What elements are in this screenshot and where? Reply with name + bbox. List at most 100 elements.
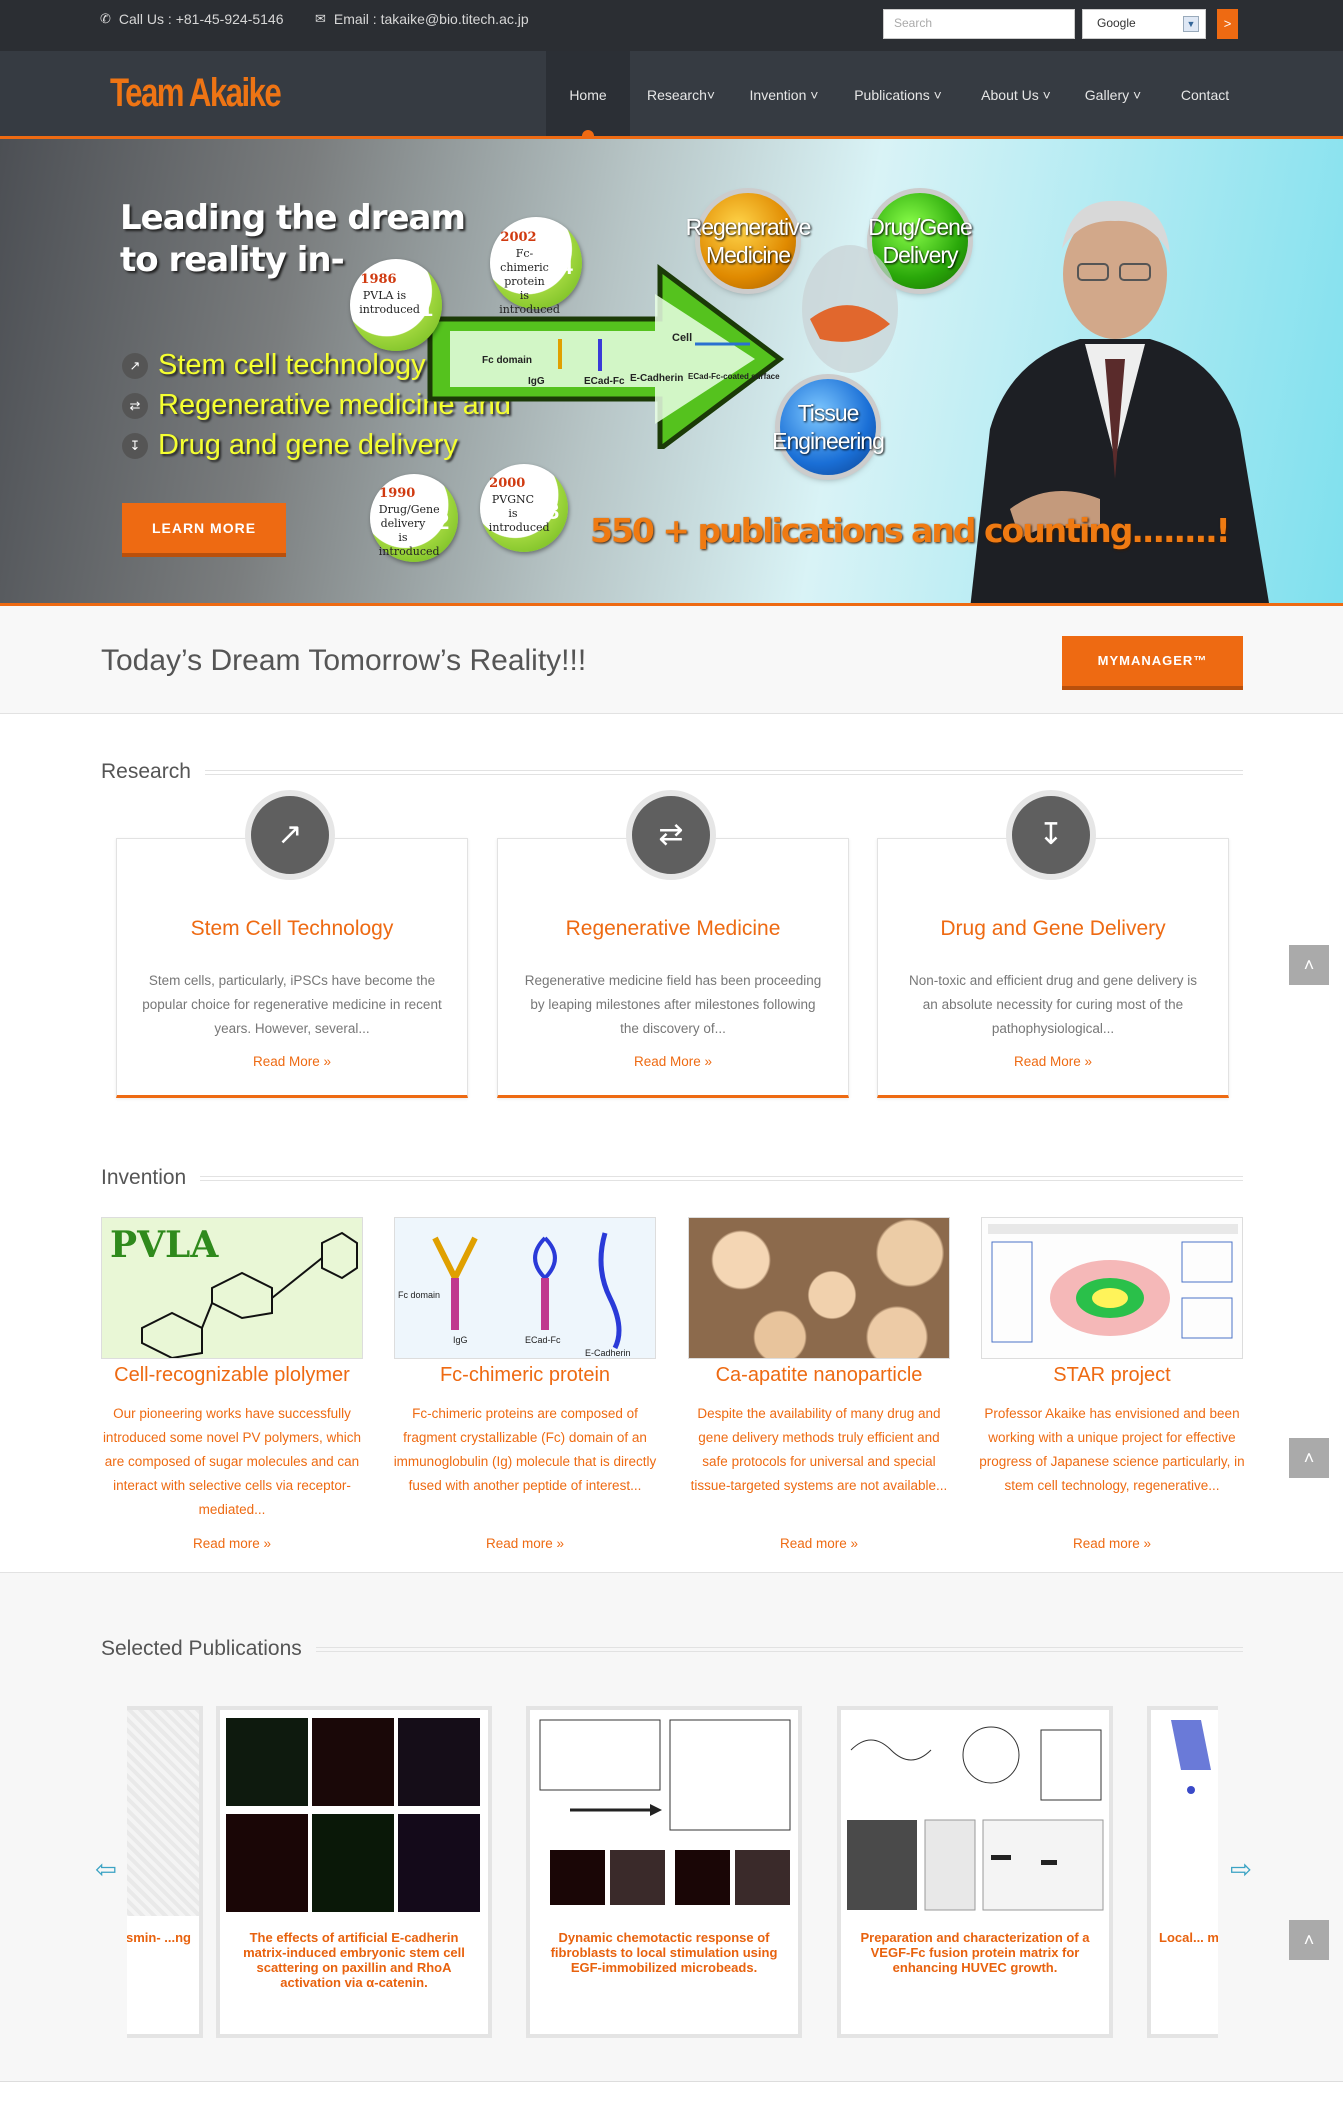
tagline-text: Today’s Dream Tomorrow’s Reality!!! xyxy=(101,644,587,677)
research-card-title[interactable]: Stem Cell Technology xyxy=(117,917,467,941)
publication-caption[interactable]: Preparation and characterization of a VE… xyxy=(849,1930,1101,1975)
invention-image-pvla[interactable]: PVLA xyxy=(101,1217,363,1359)
diagram-label-e-cadherin: E-Cadherin xyxy=(630,373,683,384)
main-navbar: Team Akaike Home Research˅ Invention ˅ P… xyxy=(0,51,1343,139)
milestone-bubble: 1990 Drug/Gene delivery is introduced 2 xyxy=(370,474,458,562)
diagram-label-ecad-fc: ECad-Fc xyxy=(584,376,625,387)
milestone-text: Drug/Gene delivery is introduced xyxy=(378,503,440,559)
tagline-section: Today’s Dream Tomorrow’s Reality!!! MYMA… xyxy=(0,606,1343,714)
publications-heading-text: Selected Publications xyxy=(101,1637,302,1660)
nav-publications[interactable]: Publications ˅ xyxy=(848,51,948,136)
milestone-year: 1986 xyxy=(360,271,397,287)
publication-figure xyxy=(220,1710,488,1916)
nav-about-us[interactable]: About Us ˅ xyxy=(972,51,1060,136)
invention-title[interactable]: STAR project xyxy=(978,1364,1246,1387)
read-more-link[interactable]: Read more » xyxy=(978,1536,1246,1551)
invention-desc: Despite the availability of many drug an… xyxy=(690,1406,948,1493)
nav-home[interactable]: Home xyxy=(546,51,630,136)
milestone-year: 2000 xyxy=(489,476,526,492)
scroll-to-top-button[interactable]: ˄ xyxy=(1289,945,1329,985)
publication-caption[interactable]: ...smin- ...ng xyxy=(127,1930,191,1945)
publication-card[interactable]: ...smin- ...ng xyxy=(127,1706,203,2038)
publication-card[interactable]: Local... mardi... sheets... xyxy=(1147,1706,1218,2038)
milestone-year: 1990 xyxy=(379,486,416,502)
read-more-link[interactable]: Read more » xyxy=(98,1536,366,1551)
search-go-button[interactable]: > xyxy=(1217,9,1238,39)
invention-title[interactable]: Cell-recognizable plolymer xyxy=(98,1364,366,1387)
organ-illustration xyxy=(802,245,898,373)
read-more-link[interactable]: Read More » xyxy=(878,1054,1228,1069)
nav-research[interactable]: Research˅ xyxy=(636,51,726,136)
invention-title[interactable]: Ca-apatite nanoparticle xyxy=(685,1364,953,1387)
publication-figure xyxy=(127,1710,199,1916)
site-logo[interactable]: Team Akaike xyxy=(110,71,282,116)
hero-title-line1: Leading the dream xyxy=(120,198,466,238)
chevron-down-icon[interactable]: ▼ xyxy=(1183,16,1199,32)
publication-caption[interactable]: The effects of artificial E-cadherin mat… xyxy=(228,1930,480,1990)
research-card-title[interactable]: Drug and Gene Delivery xyxy=(878,917,1228,941)
publications-carousel: ...smin- ...ng The effects of artificial… xyxy=(127,1706,1218,2040)
phone-contact: ✆ Call Us : +81-45-924-5146 xyxy=(100,11,284,27)
search-engine-select[interactable]: Google ▼ xyxy=(1082,9,1206,39)
invention-desc: Professor Akaike has envisioned and been… xyxy=(979,1406,1245,1493)
milestone-number: 2 xyxy=(436,509,450,535)
hero-bullet: ↧ Drug and gene delivery xyxy=(122,429,458,462)
milestone-bubble: 2002 Fc-chimeric protein is introduced 4 xyxy=(490,217,582,316)
orb-regenerative-medicine: Regenerative Medicine xyxy=(686,193,811,289)
milestone-year: 2002 xyxy=(500,229,537,245)
invention-desc: Fc-chimeric proteins are composed of fra… xyxy=(393,1406,657,1493)
diagram-label-coated-surface: ECad-Fc-coated surface xyxy=(688,372,780,381)
research-card-title[interactable]: Regenerative Medicine xyxy=(498,917,848,941)
read-more-link[interactable]: Read more » xyxy=(391,1536,659,1551)
invention-image-fc-chimeric[interactable]: Fc domain IgG ECad-Fc E-Cadherin xyxy=(394,1217,656,1359)
read-more-link[interactable]: Read more » xyxy=(685,1536,953,1551)
invention-image-ca-apatite[interactable] xyxy=(688,1217,950,1359)
carousel-prev-arrow-icon[interactable]: ⇦ xyxy=(92,1855,120,1883)
invention-heading-text: Invention xyxy=(101,1166,187,1189)
nav-contact[interactable]: Contact xyxy=(1172,51,1238,136)
read-more-link[interactable]: Read More » xyxy=(498,1054,848,1069)
invention-title[interactable]: Fc-chimeric protein xyxy=(391,1364,659,1387)
heading-divider xyxy=(200,1175,1243,1181)
invention-desc: Our pioneering works have successfully i… xyxy=(102,1406,362,1517)
read-more-link[interactable]: Read More » xyxy=(117,1054,467,1069)
publication-card[interactable]: Preparation and characterization of a VE… xyxy=(837,1706,1113,2038)
research-card-desc: Non-toxic and efficient drug and gene de… xyxy=(909,973,1197,1036)
publication-figure xyxy=(1151,1710,1218,1916)
carousel-next-arrow-icon[interactable]: ⇨ xyxy=(1227,1855,1255,1883)
milestone-text: PVLA is introduced xyxy=(359,289,420,317)
retweet-icon: ⇄ xyxy=(626,790,716,880)
scroll-to-top-button[interactable]: ˄ xyxy=(1289,1920,1329,1960)
scroll-to-top-button[interactable]: ˄ xyxy=(1289,1438,1329,1478)
email-contact[interactable]: ✉ Email : takaike@bio.titech.ac.jp xyxy=(315,11,529,27)
phone-text: Call Us : +81-45-924-5146 xyxy=(118,11,284,27)
diagram-label-igg: IgG xyxy=(528,376,545,387)
publication-figure xyxy=(841,1710,1109,1916)
top-bar: ✆ Call Us : +81-45-924-5146 ✉ Email : ta… xyxy=(0,0,1343,51)
phone-icon: ✆ xyxy=(100,11,111,26)
heading-divider xyxy=(204,769,1243,775)
learn-more-button[interactable]: LEARN MORE xyxy=(122,503,286,557)
mymanager-button[interactable]: MYMANAGER™ xyxy=(1062,636,1243,690)
publication-card[interactable]: The effects of artificial E-cadherin mat… xyxy=(216,1706,492,2038)
publication-card[interactable]: Dynamic chemotactic response of fibrobla… xyxy=(526,1706,802,2038)
publication-caption[interactable]: Local... mardi... sheets... xyxy=(1159,1930,1218,1945)
milestone-text: Fc-chimeric protein is introduced xyxy=(499,247,560,317)
image-label: E-Cadherin xyxy=(585,1348,631,1358)
invention-image-star-project[interactable] xyxy=(981,1217,1243,1359)
search-input[interactable]: Search xyxy=(883,9,1075,39)
milestone-number: 4 xyxy=(560,253,573,279)
download-icon: ↧ xyxy=(122,432,148,459)
publications-heading: Selected Publications xyxy=(101,1637,1243,1661)
download-icon: ↧ xyxy=(1006,790,1096,880)
diagram-label-cell: Cell xyxy=(672,332,692,344)
hero-bullet: ↗ Stem cell technology xyxy=(122,349,426,382)
nav-invention[interactable]: Invention ˅ xyxy=(744,51,824,136)
nav-gallery[interactable]: Gallery ˅ xyxy=(1080,51,1146,136)
research-card-desc: Stem cells, particularly, iPSCs have bec… xyxy=(142,973,442,1036)
publication-caption[interactable]: Dynamic chemotactic response of fibrobla… xyxy=(538,1930,790,1975)
image-label: IgG xyxy=(453,1335,468,1345)
hero-banner: Leading the dream to reality in- ↗ Stem … xyxy=(0,139,1343,606)
milestone-bubble: 1986 PVLA is introduced 1 xyxy=(350,259,442,351)
email-text[interactable]: Email : takaike@bio.titech.ac.jp xyxy=(334,11,529,27)
